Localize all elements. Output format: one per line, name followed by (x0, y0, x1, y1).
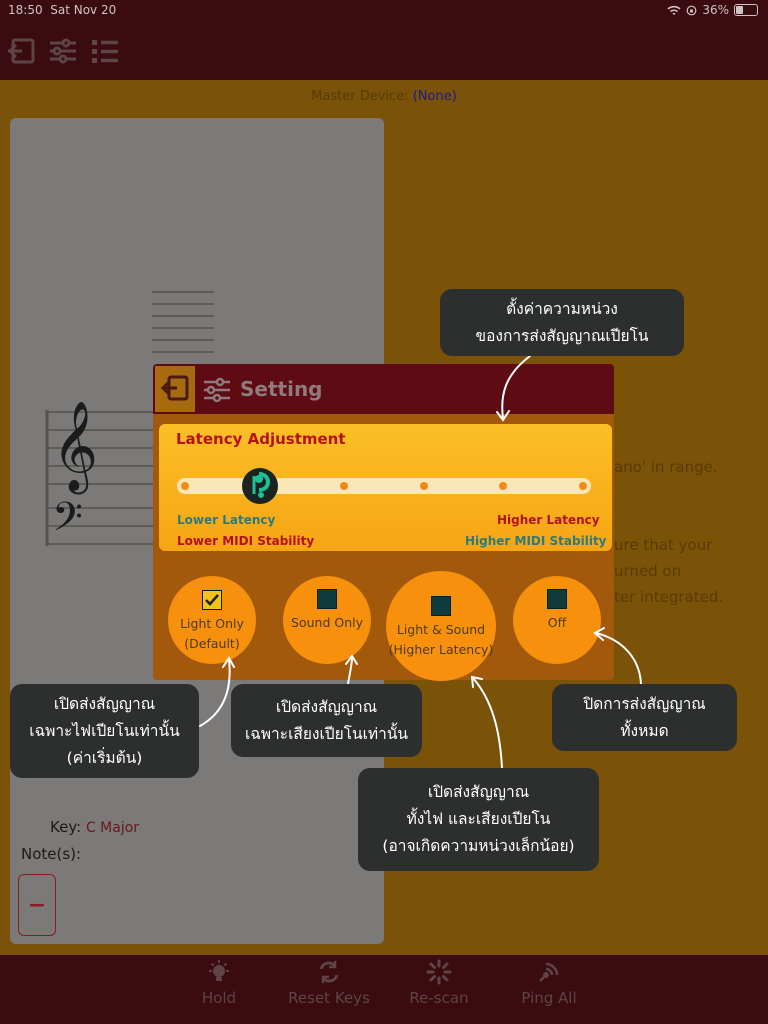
callout-line: ทั้งหมด (620, 721, 669, 740)
callout-line: ทั้งไฟ และเสียงเปียโน (406, 810, 551, 828)
callout-line: เฉพาะเสียงเปียโนเท่านั้น (244, 724, 409, 743)
arrow-light-sound (472, 677, 503, 769)
callout-line: ปิดการส่งสัญญาณ (583, 694, 706, 713)
callout-line: ตั้งค่าความหน่วง (506, 299, 618, 318)
callout-line: เปิดส่งสัญญาณ (275, 697, 378, 716)
callout-sound-only: เปิดส่งสัญญาณ เฉพาะเสียงเปียโนเท่านั้น (231, 684, 422, 757)
callout-line: เปิดส่งสัญญาณ (427, 783, 530, 801)
callout-line: (ค่าเริ่มต้น) (66, 748, 143, 767)
callout-line: เฉพาะไฟเปียโนเท่านั้น (29, 721, 180, 740)
callout-line: (อาจเกิดความหน่วงเล็กน้อย) (382, 837, 575, 855)
arrow-latency (501, 355, 531, 419)
callout-line: ของการส่งสัญญาณเปียโน (475, 326, 649, 345)
callout-line: เปิดส่งสัญญาณ (53, 694, 156, 713)
callout-light-only: เปิดส่งสัญญาณ เฉพาะไฟเปียโนเท่านั้น (ค่า… (10, 684, 199, 778)
callout-off: ปิดการส่งสัญญาณ ทั้งหมด (552, 684, 737, 751)
callout-light-sound: เปิดส่งสัญญาณ ทั้งไฟ และเสียงเปียโน (อาจ… (358, 768, 599, 871)
arrow-light-only (199, 659, 231, 727)
callout-latency: ตั้งค่าความหน่วง ของการส่งสัญญาณเปียโน (440, 289, 684, 356)
